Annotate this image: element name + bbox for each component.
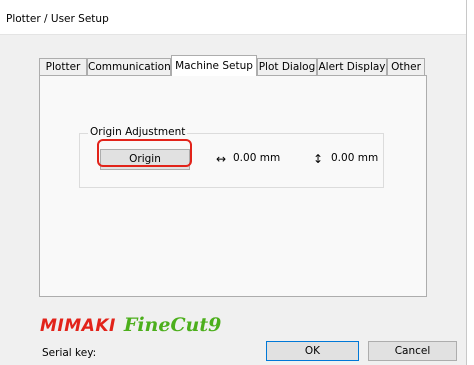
window-title: Plotter / User Setup [6, 13, 109, 25]
title-bar: Plotter / User Setup [0, 0, 466, 35]
dialog-window: Plotter / User Setup Plotter Communicati… [0, 0, 467, 365]
serial-key-label: Serial key: [42, 347, 97, 359]
machine-setup-panel: Origin Adjustment Origin ↔ 0.00 mm ↕ 0.0… [39, 75, 427, 297]
mimaki-logo: MIMAKI [40, 316, 116, 336]
ok-button[interactable]: OK [266, 341, 359, 361]
origin-button[interactable]: Origin [100, 149, 190, 170]
cancel-button[interactable]: Cancel [368, 341, 457, 361]
vertical-arrow-icon: ↕ [313, 152, 324, 166]
origin-adjustment-group: Origin Adjustment Origin ↔ 0.00 mm ↕ 0.0… [79, 126, 384, 188]
tab-communication[interactable]: Communication [87, 58, 171, 75]
tab-machine-setup[interactable]: Machine Setup [171, 55, 257, 76]
origin-adjustment-label: Origin Adjustment [88, 126, 188, 138]
tab-plotter[interactable]: Plotter [39, 58, 87, 75]
tab-alert-display[interactable]: Alert Display [317, 58, 387, 75]
mimaki-finecut-logo: MIMAKI FineCut9 [40, 314, 221, 340]
y-offset-value: 0.00 mm [331, 152, 379, 164]
finecut-logo: FineCut9 [123, 314, 222, 336]
horizontal-arrow-icon: ↔ [216, 152, 227, 166]
x-offset-value: 0.00 mm [233, 152, 281, 164]
tab-plot-dialog[interactable]: Plot Dialog [257, 58, 317, 75]
tab-other[interactable]: Other [387, 58, 425, 75]
